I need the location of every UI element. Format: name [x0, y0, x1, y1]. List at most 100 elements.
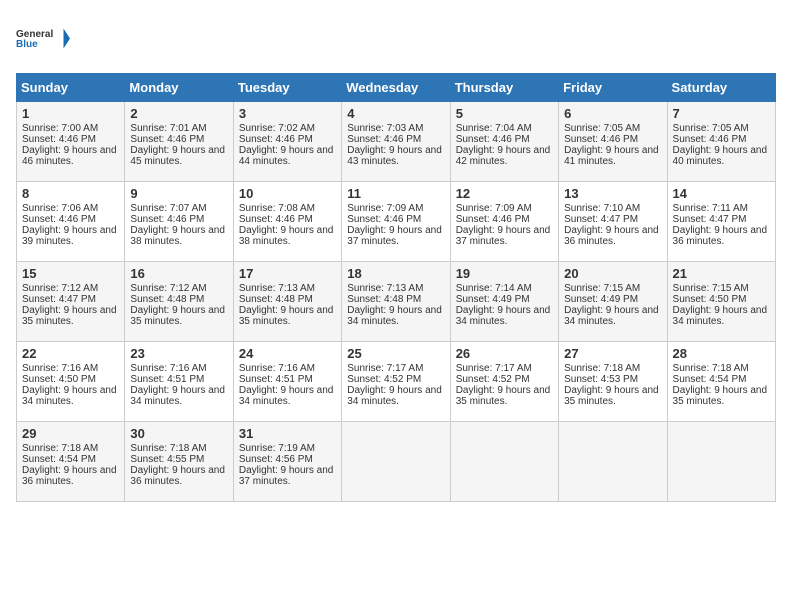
daylight-text: Daylight: 9 hours and 43 minutes. — [347, 145, 442, 167]
daylight-text: Daylight: 9 hours and 35 minutes. — [22, 305, 117, 327]
day-header-row: SundayMondayTuesdayWednesdayThursdayFrid… — [17, 74, 776, 102]
sunrise-text: Sunrise: 7:16 AM — [22, 363, 98, 374]
daylight-text: Daylight: 9 hours and 37 minutes. — [239, 465, 334, 487]
sunset-text: Sunset: 4:46 PM — [456, 134, 530, 145]
calendar-cell — [450, 422, 558, 502]
sunrise-text: Sunrise: 7:07 AM — [130, 203, 206, 214]
day-number: 20 — [564, 266, 661, 281]
sunrise-text: Sunrise: 7:00 AM — [22, 123, 98, 134]
sunrise-text: Sunrise: 7:15 AM — [564, 283, 640, 294]
sunrise-text: Sunrise: 7:08 AM — [239, 203, 315, 214]
calendar-cell: 18Sunrise: 7:13 AMSunset: 4:48 PMDayligh… — [342, 262, 450, 342]
sunrise-text: Sunrise: 7:05 AM — [564, 123, 640, 134]
sunset-text: Sunset: 4:48 PM — [239, 294, 313, 305]
day-number: 1 — [22, 106, 119, 121]
calendar-week-row: 15Sunrise: 7:12 AMSunset: 4:47 PMDayligh… — [17, 262, 776, 342]
calendar-cell: 14Sunrise: 7:11 AMSunset: 4:47 PMDayligh… — [667, 182, 775, 262]
calendar-cell: 16Sunrise: 7:12 AMSunset: 4:48 PMDayligh… — [125, 262, 233, 342]
sunrise-text: Sunrise: 7:01 AM — [130, 123, 206, 134]
day-number: 21 — [673, 266, 770, 281]
sunrise-text: Sunrise: 7:02 AM — [239, 123, 315, 134]
calendar-cell: 29Sunrise: 7:18 AMSunset: 4:54 PMDayligh… — [17, 422, 125, 502]
day-number: 30 — [130, 426, 227, 441]
day-number: 16 — [130, 266, 227, 281]
day-number: 15 — [22, 266, 119, 281]
sunset-text: Sunset: 4:47 PM — [673, 214, 747, 225]
sunset-text: Sunset: 4:51 PM — [239, 374, 313, 385]
sunrise-text: Sunrise: 7:10 AM — [564, 203, 640, 214]
sunrise-text: Sunrise: 7:03 AM — [347, 123, 423, 134]
daylight-text: Daylight: 9 hours and 34 minutes. — [347, 385, 442, 407]
sunset-text: Sunset: 4:46 PM — [22, 134, 96, 145]
sunrise-text: Sunrise: 7:13 AM — [239, 283, 315, 294]
daylight-text: Daylight: 9 hours and 42 minutes. — [456, 145, 551, 167]
day-number: 27 — [564, 346, 661, 361]
sunrise-text: Sunrise: 7:12 AM — [22, 283, 98, 294]
day-number: 12 — [456, 186, 553, 201]
day-number: 18 — [347, 266, 444, 281]
sunset-text: Sunset: 4:46 PM — [456, 214, 530, 225]
daylight-text: Daylight: 9 hours and 38 minutes. — [239, 225, 334, 247]
dow-header: Wednesday — [342, 74, 450, 102]
daylight-text: Daylight: 9 hours and 36 minutes. — [673, 225, 768, 247]
sunset-text: Sunset: 4:50 PM — [673, 294, 747, 305]
sunrise-text: Sunrise: 7:17 AM — [347, 363, 423, 374]
day-number: 6 — [564, 106, 661, 121]
day-number: 17 — [239, 266, 336, 281]
calendar-table: SundayMondayTuesdayWednesdayThursdayFrid… — [16, 73, 776, 502]
daylight-text: Daylight: 9 hours and 36 minutes. — [22, 465, 117, 487]
calendar-cell: 13Sunrise: 7:10 AMSunset: 4:47 PMDayligh… — [559, 182, 667, 262]
sunset-text: Sunset: 4:46 PM — [564, 134, 638, 145]
calendar-cell — [559, 422, 667, 502]
daylight-text: Daylight: 9 hours and 41 minutes. — [564, 145, 659, 167]
daylight-text: Daylight: 9 hours and 34 minutes. — [347, 305, 442, 327]
day-number: 23 — [130, 346, 227, 361]
daylight-text: Daylight: 9 hours and 35 minutes. — [130, 305, 225, 327]
calendar-cell: 25Sunrise: 7:17 AMSunset: 4:52 PMDayligh… — [342, 342, 450, 422]
sunset-text: Sunset: 4:46 PM — [239, 214, 313, 225]
sunset-text: Sunset: 4:53 PM — [564, 374, 638, 385]
sunset-text: Sunset: 4:46 PM — [239, 134, 313, 145]
sunset-text: Sunset: 4:52 PM — [347, 374, 421, 385]
sunrise-text: Sunrise: 7:15 AM — [673, 283, 749, 294]
day-number: 24 — [239, 346, 336, 361]
sunrise-text: Sunrise: 7:18 AM — [22, 443, 98, 454]
daylight-text: Daylight: 9 hours and 45 minutes. — [130, 145, 225, 167]
sunrise-text: Sunrise: 7:04 AM — [456, 123, 532, 134]
sunrise-text: Sunrise: 7:09 AM — [347, 203, 423, 214]
day-number: 11 — [347, 186, 444, 201]
daylight-text: Daylight: 9 hours and 38 minutes. — [130, 225, 225, 247]
calendar-cell: 24Sunrise: 7:16 AMSunset: 4:51 PMDayligh… — [233, 342, 341, 422]
sunrise-text: Sunrise: 7:12 AM — [130, 283, 206, 294]
calendar-cell: 4Sunrise: 7:03 AMSunset: 4:46 PMDaylight… — [342, 102, 450, 182]
page-header: General Blue — [16, 16, 776, 61]
daylight-text: Daylight: 9 hours and 37 minutes. — [347, 225, 442, 247]
day-number: 9 — [130, 186, 227, 201]
calendar-week-row: 22Sunrise: 7:16 AMSunset: 4:50 PMDayligh… — [17, 342, 776, 422]
day-number: 29 — [22, 426, 119, 441]
daylight-text: Daylight: 9 hours and 36 minutes. — [564, 225, 659, 247]
day-number: 2 — [130, 106, 227, 121]
sunrise-text: Sunrise: 7:16 AM — [130, 363, 206, 374]
sunset-text: Sunset: 4:54 PM — [673, 374, 747, 385]
calendar-cell: 2 Sunrise: 7:01 AMSunset: 4:46 PMDaylight… — [125, 102, 233, 182]
sunrise-text: Sunrise: 7:06 AM — [22, 203, 98, 214]
sunset-text: Sunset: 4:46 PM — [130, 134, 204, 145]
calendar-body: 1Sunrise: 7:00 AMSunset: 4:46 PMDaylight… — [17, 102, 776, 502]
sunset-text: Sunset: 4:46 PM — [130, 214, 204, 225]
calendar-cell — [667, 422, 775, 502]
calendar-cell: 7Sunrise: 7:05 AMSunset: 4:46 PMDaylight… — [667, 102, 775, 182]
day-number: 13 — [564, 186, 661, 201]
sunrise-text: Sunrise: 7:05 AM — [673, 123, 749, 134]
logo-svg: General Blue — [16, 16, 71, 61]
sunset-text: Sunset: 4:49 PM — [456, 294, 530, 305]
calendar-cell: 9 Sunrise: 7:07 AMSunset: 4:46 PMDaylight… — [125, 182, 233, 262]
sunset-text: Sunset: 4:50 PM — [22, 374, 96, 385]
daylight-text: Daylight: 9 hours and 34 minutes. — [130, 385, 225, 407]
sunrise-text: Sunrise: 7:17 AM — [456, 363, 532, 374]
daylight-text: Daylight: 9 hours and 34 minutes. — [564, 305, 659, 327]
calendar-cell: 30Sunrise: 7:18 AMSunset: 4:55 PMDayligh… — [125, 422, 233, 502]
sunset-text: Sunset: 4:56 PM — [239, 454, 313, 465]
day-number: 10 — [239, 186, 336, 201]
calendar-cell: 11Sunrise: 7:09 AMSunset: 4:46 PMDayligh… — [342, 182, 450, 262]
